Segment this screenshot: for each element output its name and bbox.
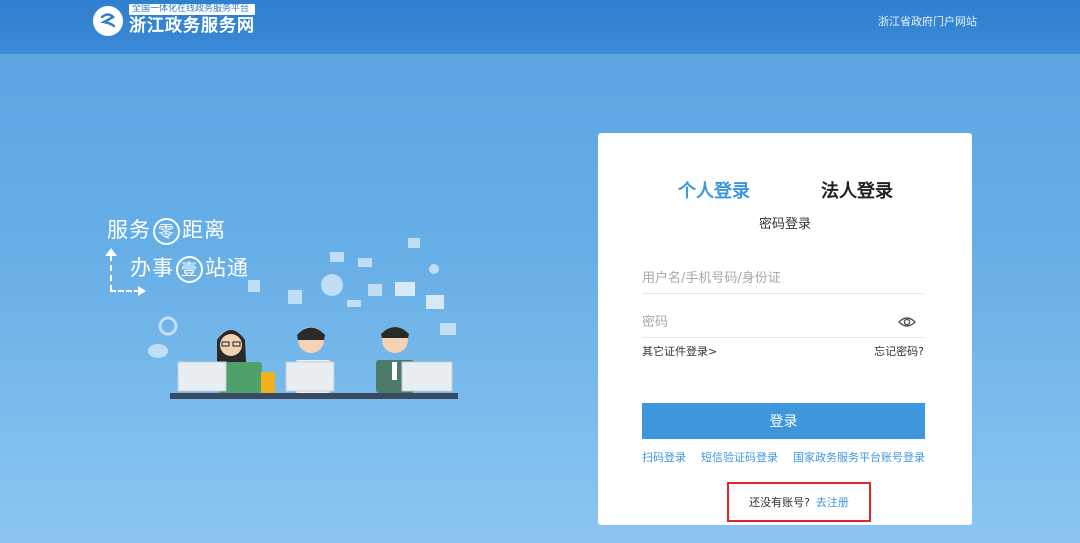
chat-icon — [358, 258, 372, 267]
monitor-1 — [177, 361, 227, 392]
top-header: 全国一体化在线政务服务平台 浙江政务服务网 浙江省政府门户网站 — [0, 0, 1080, 54]
cert-forgot-row: 其它证件登录> 忘记密码? — [642, 343, 924, 359]
tab-corporate-login[interactable]: 法人登录 — [821, 177, 893, 203]
dot-icon — [429, 264, 439, 274]
hero-illustration: 服务零距离 办事壹站通 — [100, 200, 480, 420]
site-logo[interactable]: 全国一体化在线政务服务平台 浙江政务服务网 — [93, 4, 255, 37]
monitor-icon — [395, 282, 415, 296]
alt-login-links: 扫码登录 短信验证码登录 国家政务服务平台账号登录 — [642, 449, 925, 465]
password-field-wrap — [642, 308, 924, 338]
national-platform-login-link[interactable]: 国家政务服务平台账号登录 — [793, 449, 925, 465]
register-question: 还没有账号? — [749, 496, 810, 509]
monitor-2 — [285, 361, 335, 392]
eye-icon[interactable] — [898, 316, 916, 332]
login-button[interactable]: 登录 — [642, 403, 925, 439]
card-icon — [368, 284, 382, 296]
login-mode-label: 密码登录 — [758, 217, 811, 232]
register-link[interactable]: 去注册 — [816, 494, 849, 510]
other-cert-login-link[interactable]: 其它证件登录> — [642, 343, 717, 359]
password-input[interactable] — [642, 308, 892, 336]
username-input[interactable] — [642, 264, 892, 292]
desk — [170, 393, 458, 399]
globe-icon — [321, 274, 343, 296]
envelope-icon — [408, 238, 420, 248]
gear-icon — [158, 316, 178, 336]
gov-portal-link[interactable]: 浙江省政府门户网站 — [878, 13, 977, 29]
service-agents-scene — [148, 238, 458, 399]
monitor-3 — [401, 361, 453, 392]
logo-title: 浙江政务服务网 — [129, 16, 255, 36]
logo-subtitle: 全国一体化在线政务服务平台 — [129, 4, 255, 15]
logo-emblem-icon — [93, 5, 123, 36]
document-icon — [288, 290, 302, 304]
mail-icon — [330, 252, 344, 262]
bubble-icon — [248, 280, 260, 292]
speech-icon — [148, 344, 168, 358]
forgot-password-link[interactable]: 忘记密码? — [874, 343, 924, 359]
register-highlight-box: 还没有账号? 去注册 — [727, 482, 871, 522]
basket-icon — [426, 295, 444, 309]
tab-personal-login[interactable]: 个人登录 — [678, 177, 750, 203]
sms-login-link[interactable]: 短信验证码登录 — [701, 449, 778, 465]
folder-icon — [440, 323, 456, 335]
login-card: 个人登录 法人登录 密码登录 其它证件登录> 忘记密码? 登录 扫码登录 短信验… — [598, 133, 972, 525]
qr-login-link[interactable]: 扫码登录 — [642, 449, 686, 465]
phone-icon — [347, 300, 361, 307]
desk-phone-icon — [261, 372, 275, 393]
username-field-wrap — [642, 264, 924, 294]
